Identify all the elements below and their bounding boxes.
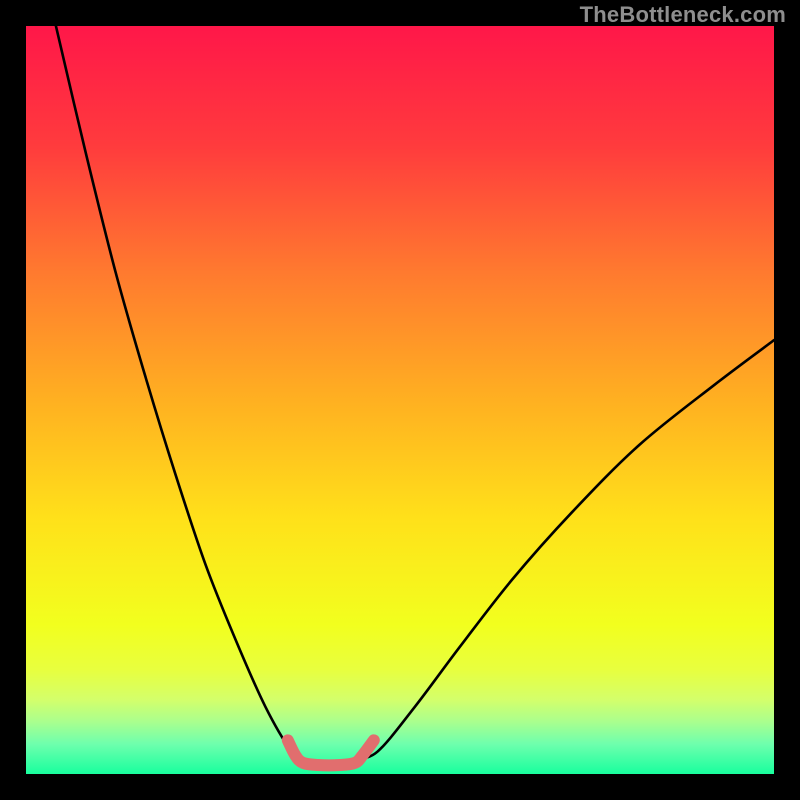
valley-highlight	[288, 740, 374, 765]
chart-frame: TheBottleneck.com	[0, 0, 800, 800]
curves-layer	[26, 26, 774, 774]
right-curve	[355, 340, 774, 759]
plot-area	[26, 26, 774, 774]
left-curve	[56, 26, 303, 759]
watermark-text: TheBottleneck.com	[580, 2, 786, 28]
